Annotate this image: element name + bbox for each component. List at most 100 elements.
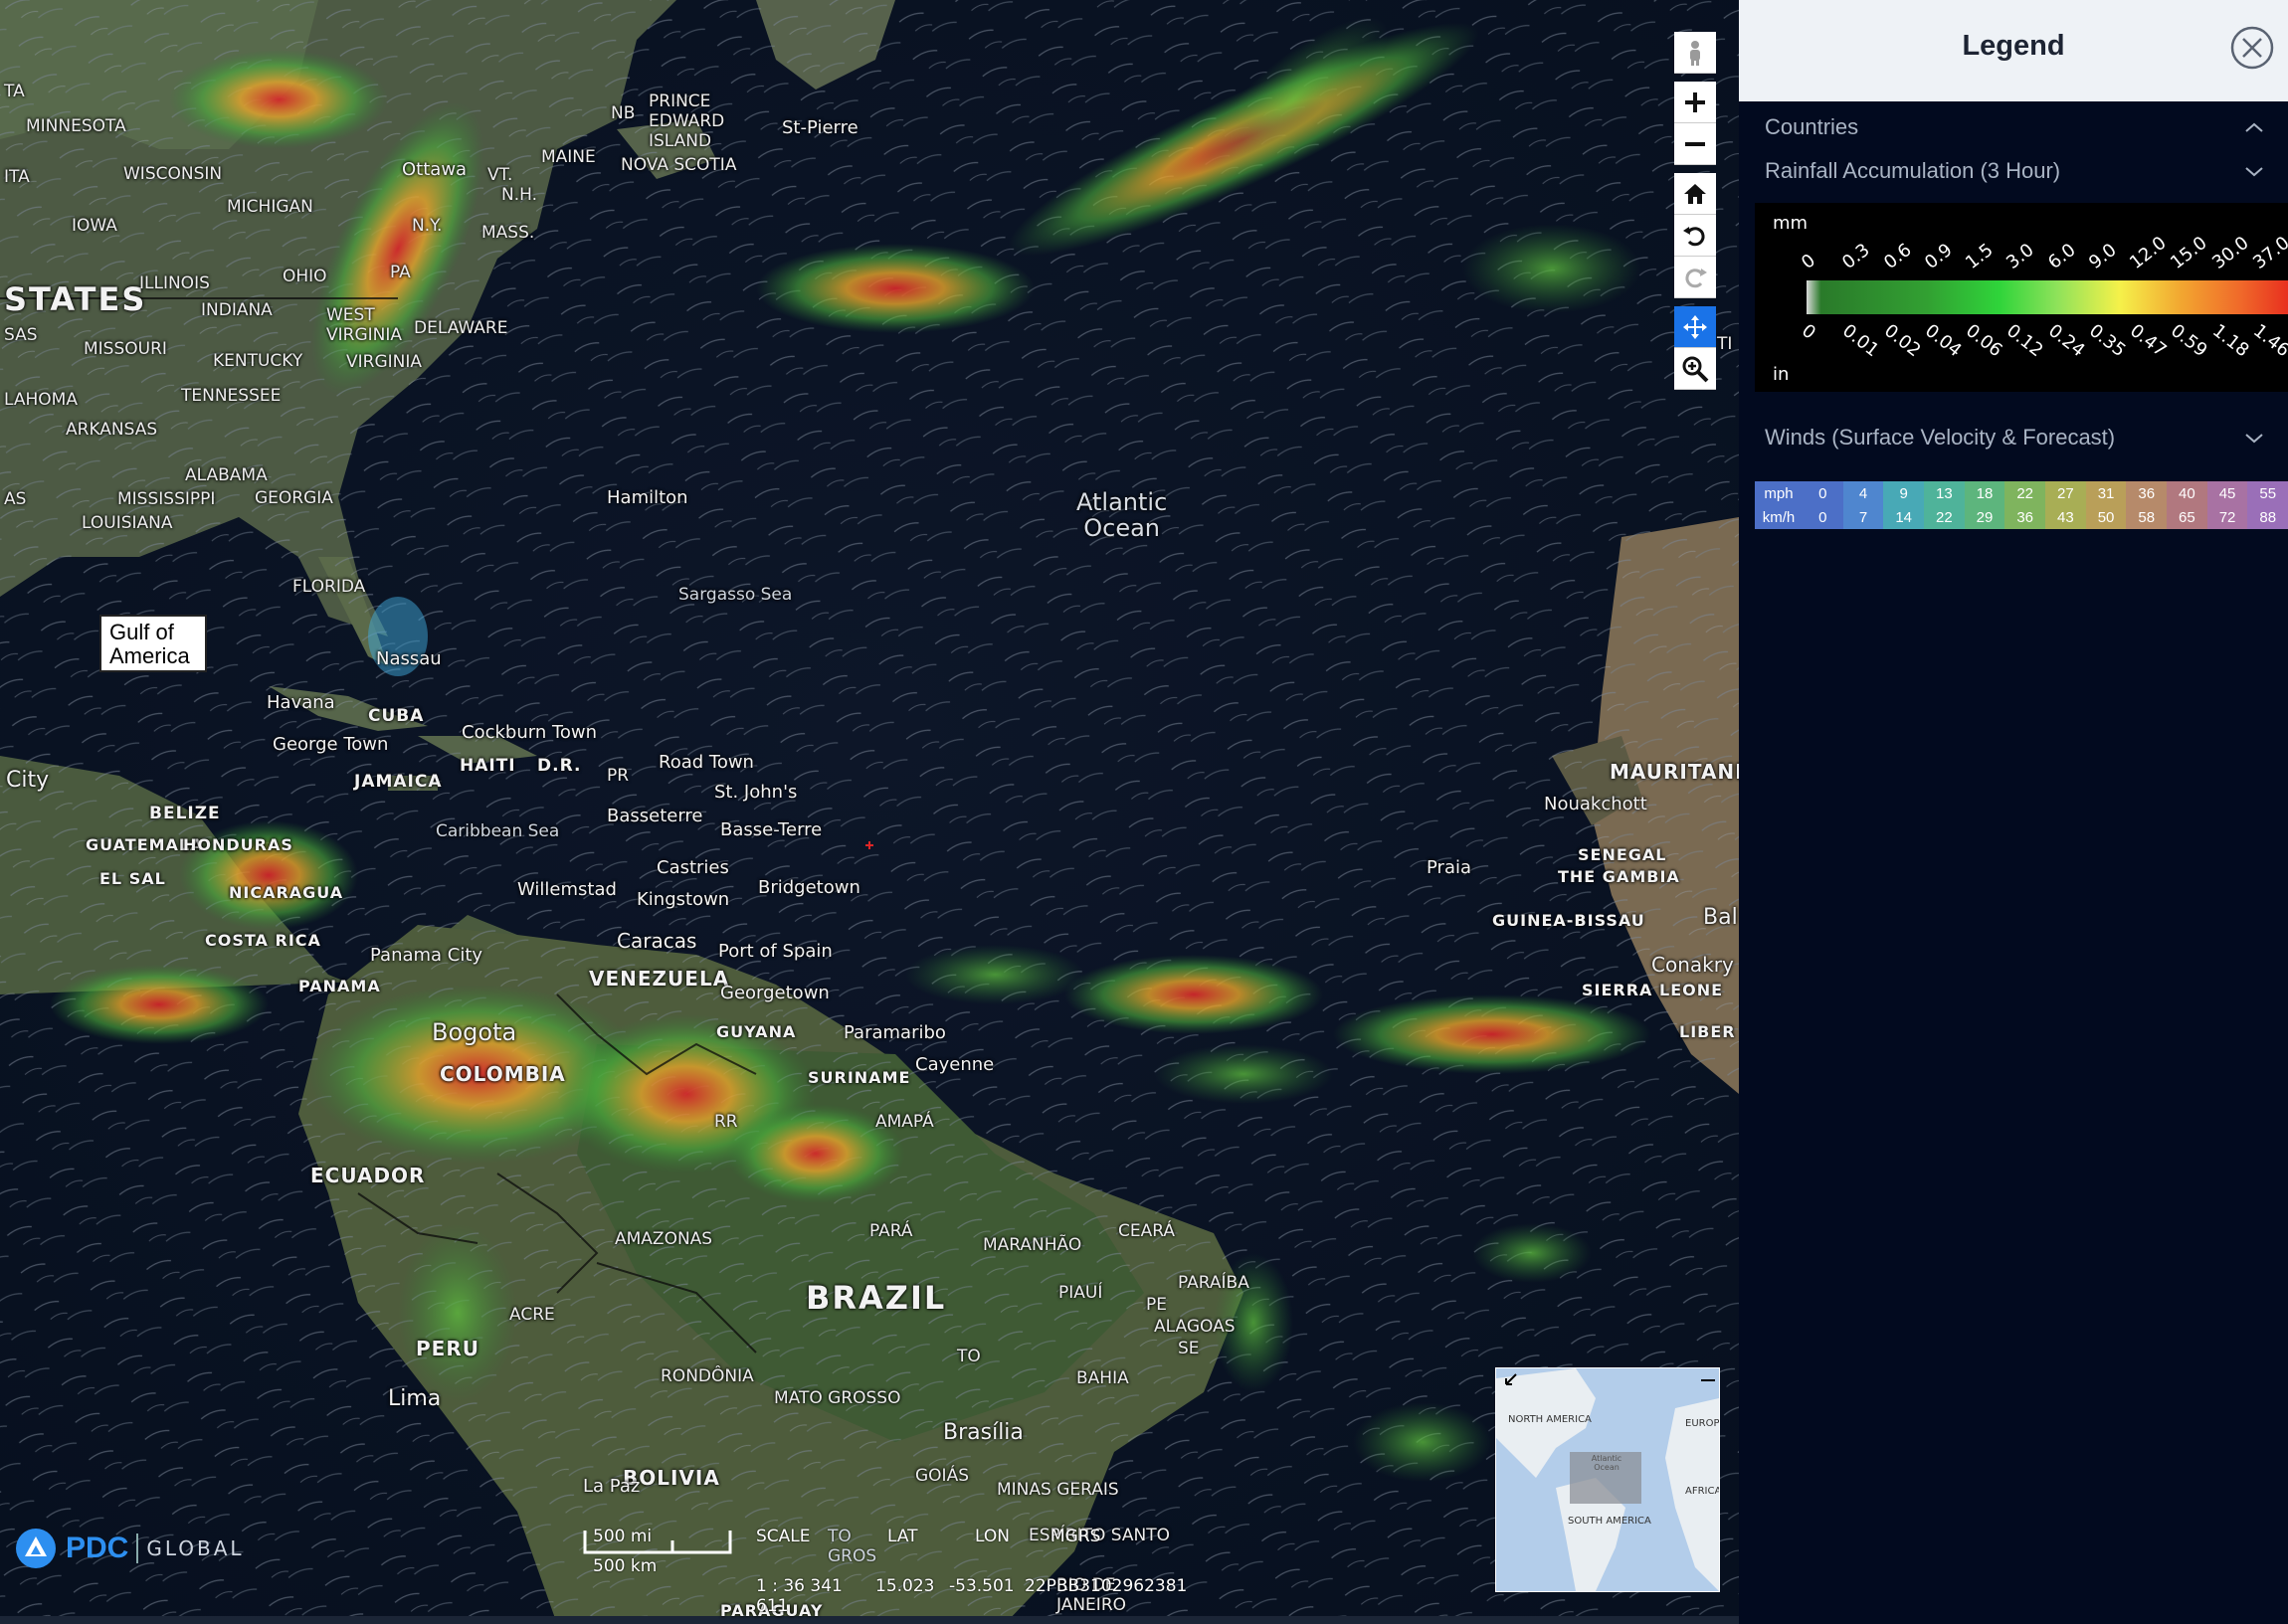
- map-label: SE: [1178, 1339, 1200, 1358]
- map-label: BAHIA: [1076, 1368, 1129, 1388]
- map-label: Caracas: [617, 929, 697, 953]
- map-label: TA: [4, 82, 25, 101]
- wind-kmh-cell: 65: [2167, 505, 2207, 529]
- home-icon[interactable]: [1674, 173, 1716, 215]
- mgrs-value: 22PBB3102962381: [1025, 1576, 1188, 1596]
- map-label: COSTA RICA: [205, 931, 321, 950]
- rainfall-mm-tick: 15.0: [2167, 232, 2212, 273]
- map-label: Basse-Terre: [720, 819, 823, 840]
- map-label: Conakry: [1651, 953, 1734, 977]
- wind-kmh-cell: 7: [1842, 505, 1884, 529]
- lat-label: LAT: [887, 1527, 918, 1546]
- pdc-logo-icon: [16, 1529, 56, 1568]
- map-label: MATO GROSSO: [774, 1388, 901, 1408]
- section-winds[interactable]: Winds (Surface Velocity & Forecast): [1739, 416, 2288, 459]
- map-label: DELAWARE: [414, 318, 508, 338]
- map-label: GEORGIA: [255, 488, 333, 508]
- map-label: George Town: [273, 734, 389, 755]
- wind-mph-cell: 36: [2126, 481, 2168, 505]
- map-label: KENTUCKY: [213, 351, 303, 371]
- wind-mph-cell: 45: [2206, 481, 2248, 505]
- map-label: PR: [607, 766, 630, 786]
- rainfall-in-tick: 0.59: [2167, 320, 2212, 362]
- rotate-right-icon[interactable]: [1674, 257, 1716, 298]
- map-label: Castries: [657, 857, 729, 878]
- map-label: Willemstad: [517, 879, 617, 900]
- map-label: RONDÔNIA: [661, 1366, 754, 1386]
- zoom-out-icon[interactable]: [1674, 123, 1716, 165]
- wind-kmh-cell: 29: [1964, 505, 2005, 529]
- chevron-up-icon: [2245, 122, 2263, 132]
- map-label: PARAÍBA: [1178, 1273, 1249, 1293]
- rainfall-in-tick: 0: [1798, 320, 1820, 344]
- map-label: City: [6, 768, 50, 793]
- map-label: Basseterre: [607, 806, 703, 826]
- map-label: SURINAME: [808, 1068, 911, 1087]
- logo-pdc-text: PDC: [66, 1532, 129, 1564]
- coordinate-readout: SCALE TO GROS LAT LON MGRS 1 : 36 341 61…: [756, 1527, 1187, 1616]
- map-label: Atlantic Ocean: [1076, 488, 1168, 542]
- unit-mm: mm: [1773, 213, 1809, 234]
- map-label: FLORIDA: [292, 577, 366, 597]
- wind-kmh-cell: 88: [2247, 505, 2288, 529]
- map-label: TENNESSEE: [181, 386, 282, 406]
- map-label: INDIANA: [201, 300, 273, 320]
- map-label: BRAZIL: [806, 1279, 947, 1317]
- map-label: PRINCE EDWARD ISLAND: [649, 91, 725, 151]
- map-label: EL SAL: [99, 869, 166, 888]
- map-label: COLOMBIA: [440, 1062, 566, 1086]
- map-label: STATES: [4, 280, 147, 318]
- pegman-icon[interactable]: [1674, 32, 1716, 74]
- map-view[interactable]: STATES TA MINNESOTA ITA WISCONSIN MICHIG…: [0, 0, 1739, 1624]
- wind-kmh-cell: 58: [2126, 505, 2168, 529]
- map-label: MICHIGAN: [227, 197, 313, 217]
- map-label: NICARAGUA: [229, 883, 344, 902]
- wind-kmh-cell: 22: [1924, 505, 1965, 529]
- mgrs-label: MGRS: [1050, 1527, 1101, 1546]
- gulf-callout[interactable]: Gulf of America: [99, 615, 207, 672]
- rainfall-mm-tick: 12.0: [2126, 232, 2171, 273]
- map-label: PANAMA: [298, 977, 381, 995]
- section-rainfall[interactable]: Rainfall Accumulation (3 Hour): [1739, 149, 2288, 193]
- zoom-search-icon[interactable]: [1674, 348, 1716, 390]
- map-label: Ottawa: [402, 159, 468, 180]
- map-label: PIAUÍ: [1058, 1283, 1103, 1303]
- rainfall-in-tick: 0.12: [2002, 320, 2047, 362]
- map-label: ILLINOIS: [139, 273, 210, 293]
- pdc-logo: PDC GLOBAL: [14, 1527, 245, 1570]
- wind-mph-cell: 0: [1803, 481, 1843, 505]
- wind-kmh-cell: 72: [2206, 505, 2248, 529]
- overview-label: AFRICA: [1685, 1486, 1720, 1497]
- rainfall-mm-tick: 37.0: [2249, 232, 2288, 273]
- map-label: LIBER: [1679, 1022, 1736, 1041]
- map-label: HONDURAS: [183, 835, 293, 854]
- section-countries[interactable]: Countries: [1739, 105, 2288, 149]
- rainfall-mm-tick: 3.0: [2002, 239, 2038, 273]
- map-label: AMAPÁ: [875, 1112, 934, 1132]
- map-label: AS: [4, 489, 27, 509]
- map-label: Road Town: [659, 752, 754, 773]
- map-label: RR: [714, 1112, 738, 1132]
- scale-km: 500 km: [593, 1556, 658, 1576]
- map-label: PERU: [416, 1337, 479, 1360]
- readout-overlap: TO GROS: [828, 1527, 877, 1566]
- zoom-in-icon[interactable]: [1674, 82, 1716, 123]
- lon-value: -53.501: [949, 1576, 1015, 1596]
- wind-speed-scale: mph 0 4 9 13 18 22 27 31 36 40 45 55 km/h 0 7 14 22 29 3…: [1755, 481, 2288, 529]
- map-label: N.H.: [501, 185, 538, 205]
- map-label: PE: [1146, 1295, 1167, 1315]
- pan-icon[interactable]: [1674, 306, 1716, 348]
- rotate-left-icon[interactable]: [1674, 215, 1716, 257]
- map-label: LAHOMA: [4, 390, 78, 410]
- wind-kmh-cell: 36: [2004, 505, 2046, 529]
- close-icon[interactable]: [2230, 26, 2274, 70]
- map-label: MASS.: [481, 223, 535, 243]
- section-countries-label: Countries: [1765, 114, 1859, 139]
- map-label: Nouakchott: [1544, 794, 1647, 814]
- overview-map[interactable]: NORTH AMERICA EUROP SOUTH AMERICA AFRICA…: [1495, 1367, 1720, 1592]
- rainfall-in-tick: 1.18: [2207, 320, 2253, 362]
- rainfall-mm-tick: 0.9: [1920, 239, 1957, 273]
- map-label: MINNESOTA: [26, 116, 126, 136]
- wind-mph-cell: 22: [2004, 481, 2046, 505]
- wind-mph-cell: 9: [1883, 481, 1925, 505]
